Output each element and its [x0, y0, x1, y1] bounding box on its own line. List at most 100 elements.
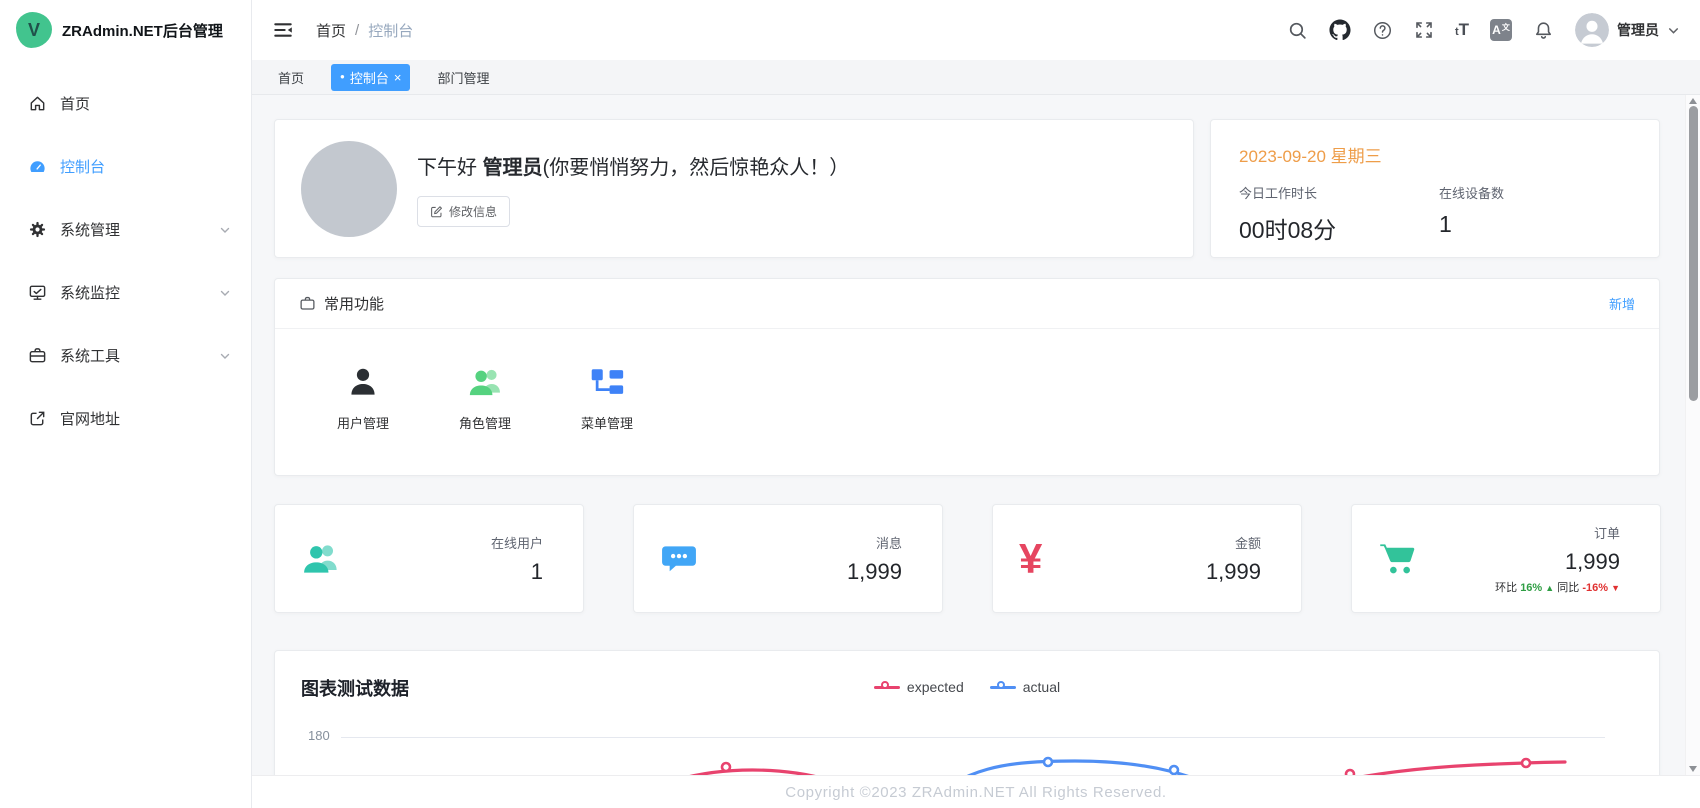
- yen-glyph: ¥: [1019, 538, 1042, 580]
- legend-marker-icon: [990, 680, 1016, 694]
- sidebar-item-dashboard[interactable]: 控制台: [0, 135, 251, 198]
- sidebar-item-home[interactable]: 首页: [0, 72, 251, 135]
- translate-sub-letter: 文: [1502, 22, 1510, 33]
- fullscreen-icon[interactable]: [1414, 20, 1434, 40]
- translate-main-letter: A: [1492, 23, 1501, 37]
- legend-item-expected[interactable]: expected: [874, 679, 964, 695]
- logo-row[interactable]: V ZRAdmin.NET后台管理: [0, 0, 251, 60]
- monitor-icon: [28, 283, 48, 303]
- tab-departments[interactable]: 部门管理: [437, 68, 489, 87]
- work-time-block: 今日工作时长 00时08分: [1239, 183, 1439, 245]
- online-devices-value: 1: [1439, 211, 1504, 238]
- sidebar-menu: 首页 控制台 系统管理 系统监控: [0, 60, 251, 450]
- breadcrumb-home[interactable]: 首页: [316, 20, 346, 41]
- toolbox-icon: [28, 346, 48, 366]
- day-columns: 今日工作时长 00时08分 在线设备数 1: [1239, 183, 1631, 245]
- add-quick-function-link[interactable]: 新增: [1609, 294, 1635, 313]
- cart-icon: [1378, 541, 1416, 576]
- sidebar-item-label: 控制台: [60, 156, 105, 177]
- legend-item-actual[interactable]: actual: [990, 679, 1060, 695]
- quick-item-role-admin[interactable]: 角色管理: [449, 361, 521, 432]
- quick-functions-header: 常用功能 新增: [275, 279, 1659, 329]
- top-navbar: 首页 / 控制台 tT A文: [252, 0, 1700, 60]
- gridline: [341, 737, 1605, 738]
- stat-card-messages: 消息 1,999: [633, 504, 943, 613]
- stat-value: 1,999: [847, 559, 902, 585]
- trend-down-icon: ▼: [1611, 583, 1620, 593]
- tab-dashboard[interactable]: ● 控制台 ×: [331, 64, 410, 91]
- sidebar-item-system-admin[interactable]: 系统管理: [0, 198, 251, 261]
- tab-bar: 首页 ● 控制台 × 部门管理: [252, 60, 1700, 95]
- edit-profile-button[interactable]: 修改信息: [417, 196, 510, 227]
- font-size-icon[interactable]: tT: [1455, 21, 1469, 39]
- trend-yoy-value: -16%: [1582, 582, 1608, 594]
- app-title: ZRAdmin.NET后台管理: [62, 20, 223, 41]
- trend-yoy-label: 同比: [1557, 582, 1579, 594]
- tab-home[interactable]: 首页: [278, 68, 304, 87]
- tab-close-icon[interactable]: ×: [394, 71, 402, 84]
- sidebar-item-system-tools[interactable]: 系统工具: [0, 324, 251, 387]
- greeting-message: (你要悄悄努力，然后惊艳众人！）: [543, 157, 850, 179]
- sidebar-item-label: 官网地址: [60, 408, 120, 429]
- breadcrumb: 首页 / 控制台: [316, 20, 413, 41]
- main-area: 首页 / 控制台 tT A文: [252, 0, 1700, 95]
- sidebar-item-website[interactable]: 官网地址: [0, 387, 251, 450]
- github-icon[interactable]: [1329, 19, 1351, 41]
- tab-label: 控制台: [350, 68, 389, 87]
- bell-icon[interactable]: [1533, 20, 1554, 41]
- breadcrumb-current: 控制台: [368, 20, 413, 41]
- menu-tree-icon: [590, 361, 624, 399]
- stat-value: 1: [491, 559, 543, 585]
- user-icon: [346, 361, 380, 399]
- sidebar-item-label: 系统工具: [60, 345, 120, 366]
- sidebar-item-label: 首页: [60, 93, 90, 114]
- footer: Copyright ©2023 ZRAdmin.NET All Rights R…: [252, 775, 1700, 808]
- welcome-text-block: 下午好 管理员(你要悄悄努力，然后惊艳众人！） 修改信息: [417, 151, 849, 227]
- home-icon: [28, 94, 48, 114]
- breadcrumb-separator: /: [355, 22, 359, 39]
- vertical-scrollbar[interactable]: [1685, 95, 1700, 775]
- sidebar-collapse-icon[interactable]: [272, 19, 294, 41]
- stat-label: 金额: [1206, 533, 1261, 552]
- sidebar-item-label: 系统管理: [60, 219, 120, 240]
- stat-text-block: 订单 1,999 环比 16% ▲ 同比 -16% ▼: [1495, 523, 1634, 595]
- stat-trend: 环比 16% ▲ 同比 -16% ▼: [1495, 579, 1620, 595]
- external-link-icon: [28, 409, 48, 429]
- trend-up-icon: ▲: [1545, 583, 1554, 593]
- trend-mom-value: 16%: [1520, 582, 1542, 594]
- y-axis-tick-180: 180: [308, 728, 330, 743]
- help-icon[interactable]: [1372, 20, 1393, 41]
- search-icon[interactable]: [1287, 20, 1308, 41]
- logo-letter: V: [28, 20, 40, 41]
- quick-functions-label: 常用功能: [324, 293, 384, 314]
- greeting-username: 管理员: [483, 157, 543, 179]
- scrollbar-thumb[interactable]: [1689, 106, 1698, 401]
- avatar: [1575, 13, 1609, 47]
- scrollbar-down-arrow-icon[interactable]: [1689, 766, 1697, 772]
- app-logo: V: [16, 12, 52, 48]
- translate-icon[interactable]: A文: [1490, 19, 1512, 41]
- navbar-actions: tT A文 管理员: [1287, 13, 1680, 47]
- yen-icon: ¥: [1019, 538, 1042, 580]
- scrollbar-up-arrow-icon[interactable]: [1689, 98, 1697, 104]
- edit-profile-label: 修改信息: [449, 203, 497, 220]
- stat-text-block: 消息 1,999: [847, 533, 916, 585]
- stat-label: 在线用户: [491, 533, 543, 552]
- quick-functions-title: 常用功能: [299, 293, 384, 314]
- quick-item-user-admin[interactable]: 用户管理: [327, 361, 399, 432]
- message-icon: [660, 541, 698, 576]
- user-avatar-large[interactable]: [301, 141, 397, 237]
- trend-mom-label: 环比: [1495, 582, 1517, 594]
- users-icon: [467, 361, 504, 399]
- quick-item-label: 用户管理: [337, 413, 389, 432]
- dashboard-icon: [28, 157, 48, 177]
- sidebar-item-system-monitor[interactable]: 系统监控: [0, 261, 251, 324]
- username: 管理员: [1617, 20, 1659, 40]
- work-time-label: 今日工作时长: [1239, 183, 1439, 202]
- date-heading: 2023-09-20 星期三: [1239, 142, 1631, 167]
- stat-text-block: 在线用户 1: [491, 533, 557, 585]
- user-menu[interactable]: 管理员: [1575, 13, 1680, 47]
- greeting-prefix: 下午好: [417, 157, 483, 179]
- quick-item-menu-admin[interactable]: 菜单管理: [571, 361, 643, 432]
- font-size-big-letter: T: [1459, 20, 1469, 39]
